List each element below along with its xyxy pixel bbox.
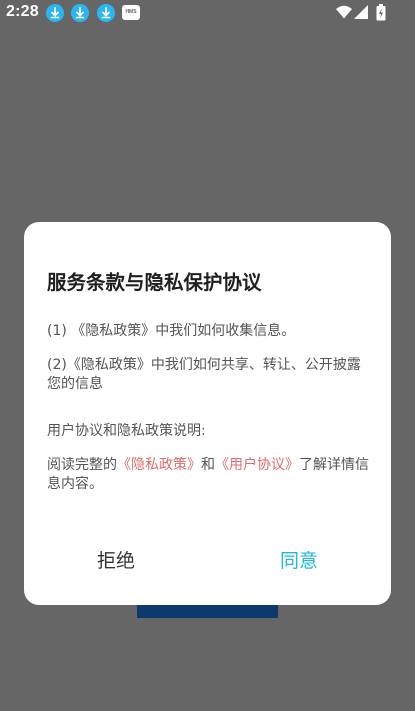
download-icon bbox=[71, 4, 89, 22]
user-agreement-link[interactable]: 《用户协议》 bbox=[215, 457, 299, 473]
agree-button[interactable]: 同意 bbox=[267, 546, 331, 576]
download-icon bbox=[97, 4, 115, 22]
dialog-title: 服务条款与隐私保护协议 bbox=[47, 271, 262, 294]
status-bar: 2:28 HMS bbox=[0, 0, 415, 26]
privacy-policy-link[interactable]: 《隐私政策》 bbox=[117, 457, 201, 473]
download-icon bbox=[46, 4, 64, 22]
status-time: 2:28 bbox=[6, 3, 39, 20]
privacy-dialog: 服务条款与隐私保护协议 (1) 《隐私政策》中我们如何收集信息。 (2)《隐私政… bbox=[24, 222, 391, 605]
and-text: 和 bbox=[201, 457, 215, 473]
read-prefix: 阅读完整的 bbox=[47, 457, 117, 473]
section-heading: 用户协议和隐私政策说明: bbox=[47, 423, 206, 439]
reject-button[interactable]: 拒绝 bbox=[84, 546, 148, 576]
policy-item-1: (1) 《隐私政策》中我们如何收集信息。 bbox=[47, 323, 296, 339]
signal-icon bbox=[353, 4, 369, 24]
read-full-text: 阅读完整的《隐私政策》和《用户协议》了解详情信息内容。 bbox=[47, 456, 369, 494]
hms-icon: HMS bbox=[122, 5, 140, 20]
policy-item-2: (2)《隐私政策》中我们如何共享、转让、公开披露您的信息 bbox=[47, 357, 361, 392]
wifi-icon bbox=[335, 4, 353, 24]
battery-icon bbox=[376, 4, 386, 25]
